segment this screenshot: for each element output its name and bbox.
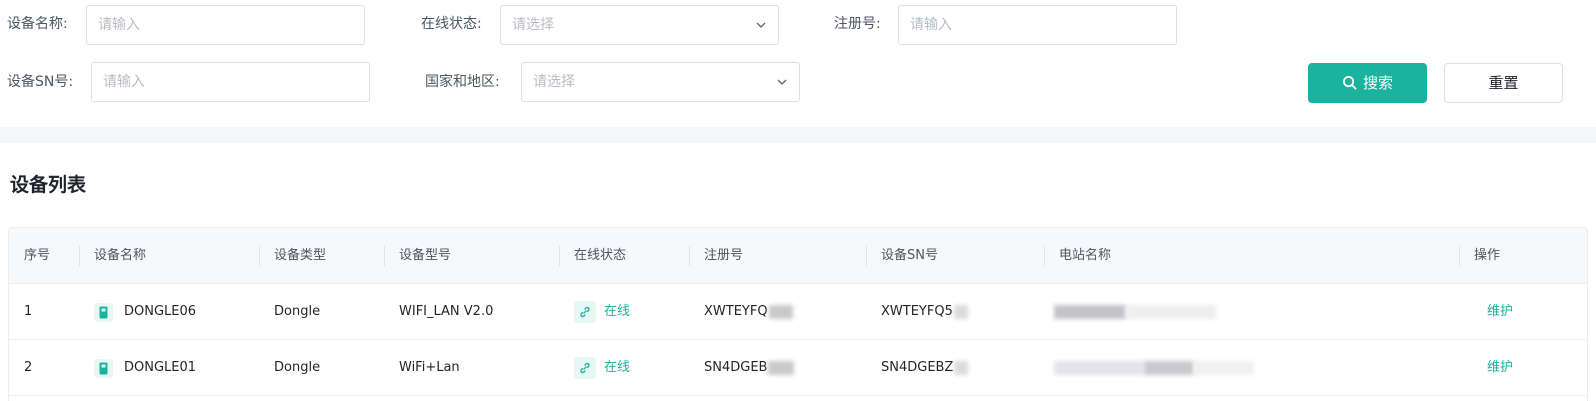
section-divider	[0, 127, 1596, 143]
search-button[interactable]: 搜索	[1308, 63, 1427, 103]
registration-no-label: 注册号:	[834, 16, 881, 32]
redacted-block	[1054, 304, 1126, 319]
station-name	[1054, 284, 1216, 340]
column-header: 设备SN号	[881, 248, 938, 263]
redacted-block	[953, 304, 968, 319]
device-sn: XWTEYFQ5	[881, 284, 968, 340]
column-separator	[259, 246, 260, 266]
device-name: DONGLE01	[124, 360, 197, 375]
search-button-label: 搜索	[1362, 74, 1393, 92]
column-separator	[1044, 246, 1045, 266]
column-separator	[559, 246, 560, 266]
device-type: Dongle	[274, 360, 321, 375]
device-sn-input[interactable]: 请输入	[91, 62, 370, 102]
reset-button-label: 重置	[1488, 74, 1519, 92]
station-name	[1054, 340, 1254, 396]
chevron-down-icon	[756, 22, 766, 28]
column-separator	[689, 246, 690, 266]
table-header: 序号 设备名称 设备类型 设备型号 在线状态 注册号 设备SN号 电站名称 操作	[9, 228, 1587, 284]
column-header: 设备型号	[399, 248, 452, 263]
redacted-block	[1054, 360, 1144, 375]
online-status-label: 在线状态:	[421, 16, 482, 32]
column-separator	[866, 246, 867, 266]
device-table: 序号 设备名称 设备类型 设备型号 在线状态 注册号 设备SN号 电站名称 操作…	[8, 227, 1588, 401]
column-separator	[1459, 246, 1460, 266]
online-status-placeholder: 请选择	[512, 17, 554, 33]
online-status: 在线	[574, 357, 630, 379]
registration-no-placeholder: 请输入	[910, 17, 952, 33]
reset-button[interactable]: 重置	[1444, 63, 1563, 103]
column-header: 在线状态	[574, 248, 627, 263]
online-status-select[interactable]: 请选择	[500, 5, 779, 45]
online-status-text: 在线	[604, 360, 631, 375]
redacted-block	[1194, 360, 1254, 375]
maintain-link[interactable]: 维护	[1487, 340, 1513, 396]
dongle-icon	[94, 359, 113, 378]
table-row: 2 DONGLE01 Dongle WiFi+Lan 在线 SN4DGEB SN…	[9, 340, 1587, 396]
device-sn: SN4DGEBZ	[881, 340, 969, 396]
device-name-input[interactable]: 请输入	[86, 5, 365, 45]
redacted-block	[954, 360, 969, 375]
dongle-icon	[94, 303, 113, 322]
column-separator	[384, 246, 385, 266]
chevron-down-icon	[777, 79, 787, 85]
column-header: 操作	[1474, 248, 1501, 263]
device-model: WiFi+Lan	[399, 360, 460, 375]
online-status-text: 在线	[604, 304, 631, 319]
search-icon	[1343, 76, 1357, 90]
device-sn-label: 设备SN号:	[7, 74, 74, 90]
online-status: 在线	[574, 301, 630, 323]
column-header: 电站名称	[1059, 248, 1112, 263]
registration-no-input[interactable]: 请输入	[898, 5, 1177, 45]
registration-no: XWTEYFQ	[704, 284, 793, 340]
device-name: DONGLE06	[124, 304, 197, 319]
row-index: 2	[24, 360, 33, 375]
link-icon	[574, 357, 596, 379]
device-name-label: 设备名称:	[7, 16, 68, 32]
device-model: WIFI_LAN V2.0	[399, 304, 494, 319]
redacted-block	[768, 304, 793, 319]
registration-no: SN4DGEB	[704, 340, 795, 396]
maintain-link[interactable]: 维护	[1487, 284, 1513, 340]
device-list-title: 设备列表	[10, 174, 87, 196]
device-sn-text: XWTEYFQ5	[881, 304, 953, 319]
column-header: 序号	[24, 248, 51, 263]
column-header: 注册号	[704, 248, 744, 263]
registration-no-text: XWTEYFQ	[704, 304, 768, 319]
filter-panel: 设备名称: 请输入 在线状态: 请选择 注册号: 请输入 设备SN号: 请输入 …	[0, 0, 1596, 127]
country-region-label: 国家和地区:	[425, 74, 500, 90]
column-separator	[79, 246, 80, 266]
table-row: 1 DONGLE06 Dongle WIFI_LAN V2.0 在线 XWTEY…	[9, 284, 1587, 340]
registration-no-text: SN4DGEB	[704, 360, 768, 375]
link-icon	[574, 301, 596, 323]
country-region-placeholder: 请选择	[533, 74, 575, 90]
device-sn-text: SN4DGEBZ	[881, 360, 954, 375]
redacted-block	[1126, 304, 1216, 319]
device-type: Dongle	[274, 304, 321, 319]
country-region-select[interactable]: 请选择	[521, 62, 800, 102]
row-index: 1	[24, 304, 33, 319]
device-name-placeholder: 请输入	[98, 17, 140, 33]
column-header: 设备名称	[94, 248, 147, 263]
column-header: 设备类型	[274, 248, 327, 263]
redacted-block	[768, 360, 795, 375]
device-sn-placeholder: 请输入	[103, 74, 145, 90]
redacted-block	[1144, 360, 1194, 375]
